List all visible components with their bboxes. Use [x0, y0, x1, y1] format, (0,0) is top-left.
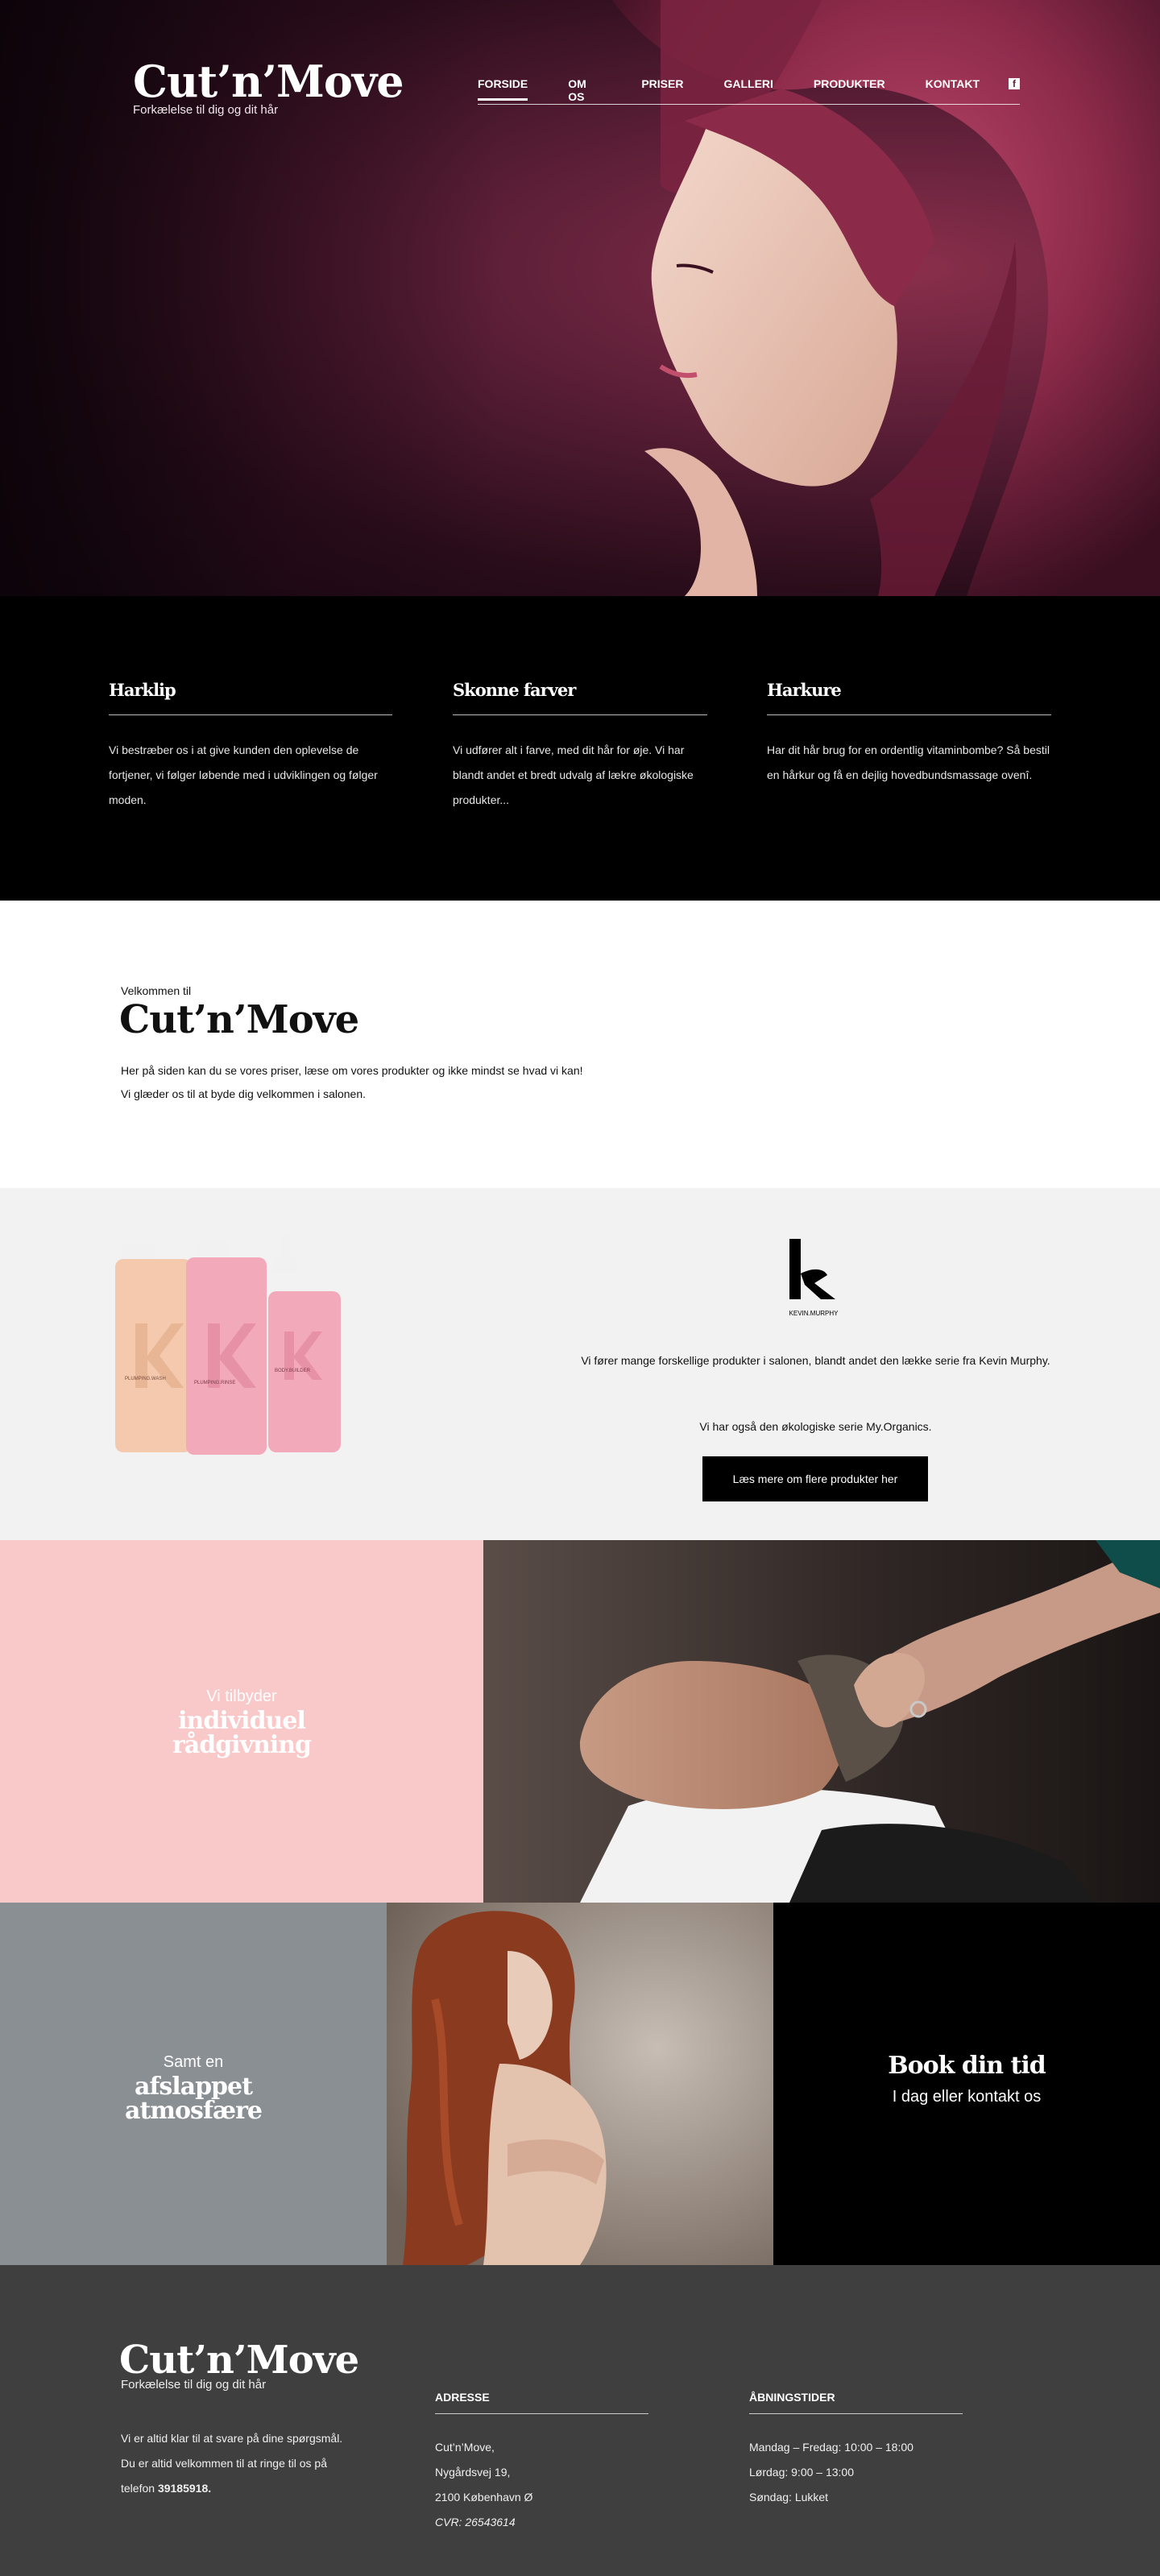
products-text: Vi fører mange forskellige produkter i s…	[581, 1354, 1050, 1367]
product-bottles-image: PLUMPING.WASH PLUMPING.RINSE BODY.BUILDE…	[115, 1235, 341, 1455]
welcome-kicker: Velkommen til	[121, 984, 192, 997]
advice-title: individuel rådgivning	[0, 1709, 483, 1758]
atmosphere-section: Samt en afslappet atmosfære Book din tid…	[0, 1903, 1160, 2265]
facebook-icon[interactable]: f	[1009, 78, 1020, 89]
advice-kicker: Vi tilbyder	[206, 1688, 277, 1705]
atmosphere-panel: Samt en afslappet atmosfære	[0, 1903, 387, 2265]
logo-name: Cut’n’Move	[133, 56, 404, 107]
atmosphere-title-line: afslappet	[135, 2073, 253, 2101]
site-logo[interactable]: Cut’n’Move Forkælelse til dig og dit hår	[133, 58, 404, 117]
footer-phone[interactable]: 39185918.	[158, 2482, 211, 2495]
nav-item-galleri[interactable]: GALLERI	[723, 77, 773, 98]
book-subtitle: I dag eller kontakt os	[892, 2088, 1042, 2106]
footer-address-line: Cut’n’Move,	[435, 2441, 495, 2454]
atmosphere-title-line: atmosfære	[125, 2097, 263, 2125]
advice-panel: Vi tilbyder individuel rådgivning	[0, 1540, 483, 1903]
service-title: Harkure	[767, 680, 1051, 715]
hero-section: Cut’n’Move Forkælelse til dig og dit hår…	[0, 0, 1160, 596]
advice-title-line: rådgivning	[172, 1731, 312, 1759]
welcome-text: Vi glæder os til at byde dig velkommen i…	[121, 1087, 367, 1100]
bottle-label: PLUMPING.RINSE	[194, 1381, 235, 1385]
welcome-section: Velkommen til Cut’n’Move Her på siden ka…	[0, 901, 1160, 1188]
advice-section: Vi tilbyder individuel rådgivning	[0, 1540, 1160, 1903]
footer-address-column: ADRESSE Cut’n’Move, Nygårdsvej 19, 2100 …	[435, 2391, 648, 2535]
service-skonne-farver: Skonne farver Vi udfører alt i farve, me…	[453, 680, 707, 813]
footer-address-line: Nygårdsvej 19,	[435, 2466, 511, 2479]
more-products-button[interactable]: Læs mere om flere produkter her	[702, 1456, 928, 1501]
footer-hours-title: ÅBNINGSTIDER	[749, 2391, 963, 2414]
footer-hours-column: ÅBNINGSTIDER Mandag – Fredag: 10:00 – 18…	[749, 2391, 963, 2510]
nav-item-produkter[interactable]: PRODUKTER	[814, 77, 885, 98]
footer-address-title: ADRESSE	[435, 2391, 648, 2414]
atmosphere-kicker: Samt en	[163, 2053, 224, 2071]
book-title: Book din tid	[888, 2052, 1046, 2080]
atmosphere-title: afslappet atmosfære	[0, 2075, 387, 2123]
bottle-label: PLUMPING.WASH	[125, 1377, 166, 1381]
footer-address-line: 2100 København Ø	[435, 2491, 533, 2504]
kevin-murphy-logo-text: KEVIN.MURPHY	[789, 1310, 839, 1317]
service-harkure: Harkure Har dit hår brug for en ordentli…	[767, 680, 1051, 788]
service-text: Vi bestræber os i at give kunden den opl…	[109, 743, 378, 806]
footer-hours-line: Søndag: Lukket	[749, 2491, 829, 2504]
hair-wash-photo	[483, 1540, 1160, 1903]
kevin-murphy-logo: KEVIN.MURPHY	[789, 1239, 839, 1317]
footer-cvr: CVR: 26543614	[435, 2516, 516, 2528]
welcome-text: Her på siden kan du se vores priser, læs…	[121, 1064, 583, 1077]
footer-logo: Cut’n’Move	[119, 2338, 359, 2383]
footer-contact-text: Vi er altid klar til at svare på dine sp…	[121, 2426, 354, 2501]
services-section: Harklip Vi bestræber os i at give kunden…	[0, 596, 1160, 901]
advice-title-line: individuel	[178, 1707, 306, 1735]
main-nav: FORSIDE OM OS PRISER GALLERI PRODUKTER K…	[478, 77, 1020, 105]
nav-item-kontakt[interactable]: KONTAKT	[926, 77, 980, 98]
nav-item-forside[interactable]: FORSIDE	[478, 77, 528, 101]
site-footer: Cut’n’Move Forkælelse til dig og dit hår…	[0, 2265, 1160, 2576]
nav-item-priser[interactable]: PRISER	[641, 77, 683, 98]
welcome-title: Cut’n’Move	[119, 997, 359, 1042]
service-title: Harklip	[109, 680, 392, 715]
red-hair-woman-photo	[387, 1903, 773, 2265]
service-text: Har dit hår brug for en ordentlig vitami…	[767, 743, 1050, 781]
products-text: Vi har også den økologiske serie My.Orga…	[699, 1420, 932, 1433]
bottle-label: BODY.BUILDER	[275, 1369, 311, 1373]
products-section: PLUMPING.WASH PLUMPING.RINSE BODY.BUILDE…	[0, 1188, 1160, 1540]
service-harklip: Harklip Vi bestræber os i at give kunden…	[109, 680, 392, 813]
footer-hours-line: Mandag – Fredag: 10:00 – 18:00	[749, 2441, 914, 2454]
footer-tagline: Forkælelse til dig og dit hår	[121, 2378, 267, 2392]
footer-contact-prefix: Vi er altid klar til at svare på dine sp…	[121, 2432, 343, 2495]
service-title: Skonne farver	[453, 680, 707, 715]
book-appointment-panel[interactable]: Book din tid I dag eller kontakt os	[773, 1903, 1160, 2265]
footer-hours-line: Lørdag: 9:00 – 13:00	[749, 2466, 854, 2479]
nav-item-om-os[interactable]: OM OS	[568, 77, 601, 111]
service-text: Vi udfører alt i farve, med dit hår for …	[453, 743, 694, 806]
